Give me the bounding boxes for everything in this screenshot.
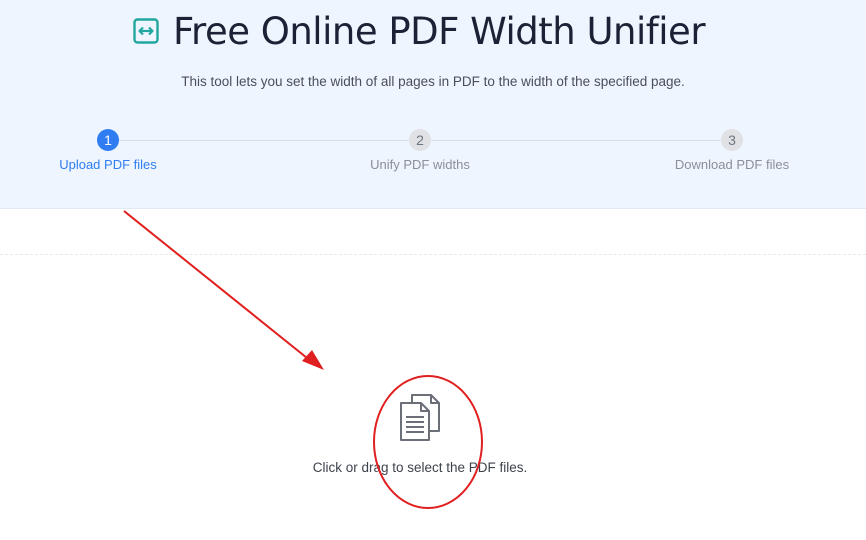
arrows-horizontal-icon bbox=[133, 18, 159, 44]
annotation-arrow-line bbox=[123, 210, 313, 363]
page: Free Online PDF Width Unifier This tool … bbox=[0, 0, 866, 540]
file-drop-zone[interactable]: Click or drag to select the PDF files. bbox=[270, 380, 570, 500]
step-number: 3 bbox=[721, 129, 743, 151]
page-title: Free Online PDF Width Unifier bbox=[172, 9, 706, 53]
hero-header: Free Online PDF Width Unifier This tool … bbox=[0, 0, 866, 209]
step-label: Download PDF files bbox=[674, 157, 790, 172]
step-upload[interactable]: 1 Upload PDF files bbox=[8, 129, 208, 172]
step-number: 2 bbox=[409, 129, 431, 151]
page-subtitle: This tool lets you set the width of all … bbox=[181, 74, 685, 89]
step-label: Unify PDF widths bbox=[370, 157, 470, 172]
step-label: Upload PDF files bbox=[59, 157, 157, 172]
step-number: 1 bbox=[97, 129, 119, 151]
title-row: Free Online PDF Width Unifier bbox=[0, 6, 866, 56]
step-unify: 2 Unify PDF widths bbox=[320, 129, 520, 172]
drop-zone-text: Click or drag to select the PDF files. bbox=[312, 460, 528, 475]
section-divider bbox=[0, 254, 866, 255]
documents-icon bbox=[398, 393, 442, 443]
annotation-arrow-head bbox=[302, 350, 324, 370]
step-download: 3 Download PDF files bbox=[632, 129, 832, 172]
